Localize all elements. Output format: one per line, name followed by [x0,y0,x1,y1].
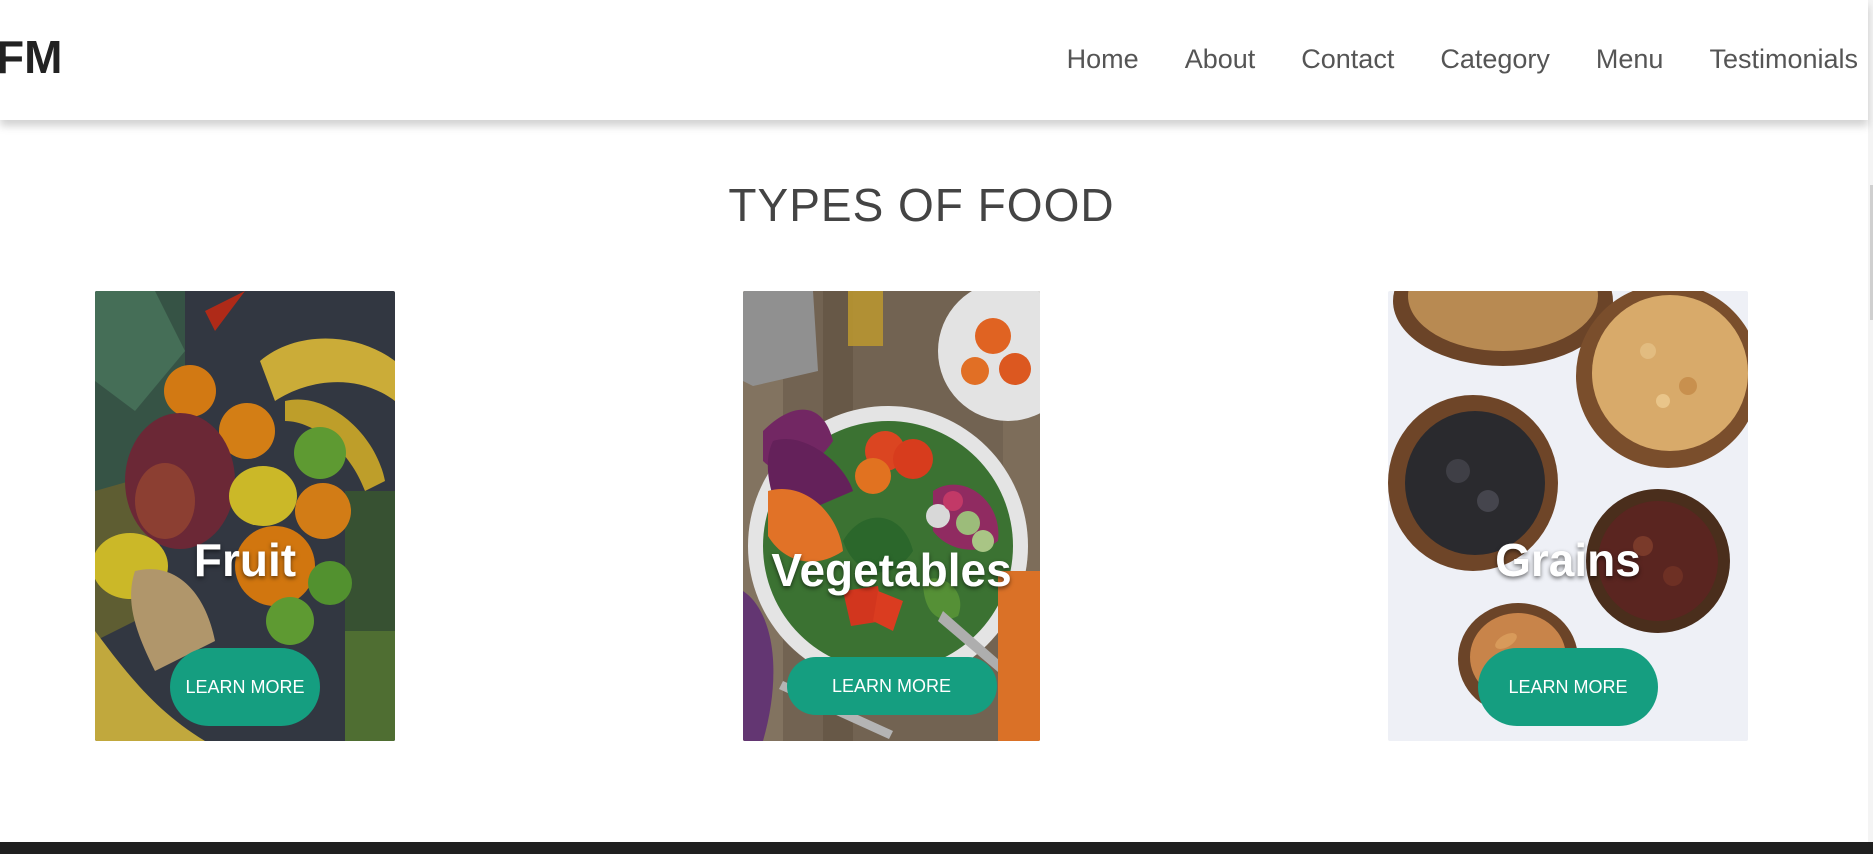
card-grains: Grains LEARN MORE [1388,291,1748,741]
nav-contact[interactable]: Contact [1301,44,1394,75]
section-title: TYPES OF FOOD [728,179,1115,231]
card-fruit: Fruit LEARN MORE [95,291,395,741]
card-vegetables-label: Vegetables [771,544,1012,596]
card-grains-label: Grains [1495,534,1641,586]
card-vegetables: Vegetables LEARN MORE [743,291,1040,741]
scrollbar[interactable] [1868,0,1873,845]
card-fruit-label: Fruit [193,534,297,586]
nav-testimonials[interactable]: Testimonials [1709,44,1858,75]
nav-home[interactable]: Home [1067,44,1139,75]
nav-menu[interactable]: Menu [1596,44,1664,75]
navbar: FM Home About Contact Category Menu Test… [0,0,1868,120]
vegetables-learn-more-button[interactable]: LEARN MORE [786,657,997,715]
site-logo[interactable]: FM [0,30,62,84]
taskbar [0,842,1873,854]
nav-links: Home About Contact Category Menu Testimo… [1021,44,1858,75]
fruit-learn-more-button[interactable]: LEARN MORE [170,648,320,726]
grains-learn-more-button[interactable]: LEARN MORE [1478,648,1658,726]
nav-about[interactable]: About [1185,44,1256,75]
nav-category[interactable]: Category [1440,44,1550,75]
